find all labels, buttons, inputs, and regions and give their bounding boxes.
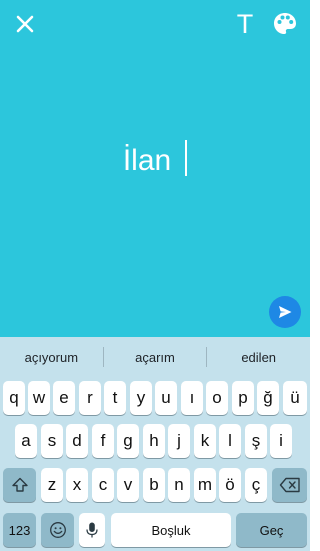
key-u[interactable]: u <box>155 381 177 415</box>
key-a[interactable]: a <box>15 424 37 458</box>
return-key[interactable]: Geç <box>236 513 307 547</box>
key-row-4: 123 Boşluk Geç <box>0 513 310 547</box>
key-t[interactable]: t <box>104 381 126 415</box>
suggestion-1[interactable]: açıyorum <box>0 350 103 365</box>
key-m[interactable]: m <box>194 468 216 502</box>
shift-icon <box>11 477 28 492</box>
close-button[interactable] <box>12 10 38 38</box>
key-q[interactable]: q <box>3 381 25 415</box>
text-cursor <box>185 140 188 176</box>
key-n[interactable]: n <box>168 468 190 502</box>
key-f[interactable]: f <box>92 424 114 458</box>
numbers-key[interactable]: 123 <box>3 513 36 547</box>
key-x[interactable]: x <box>66 468 88 502</box>
key-j[interactable]: j <box>168 424 190 458</box>
key-c-cedilla[interactable]: ç <box>245 468 267 502</box>
key-r[interactable]: r <box>79 381 101 415</box>
key-c[interactable]: c <box>92 468 114 502</box>
story-canvas[interactable]: T İlan <box>0 0 310 337</box>
key-u-umlaut[interactable]: ü <box>283 381 307 415</box>
color-palette-icon <box>274 13 296 34</box>
key-b[interactable]: b <box>143 468 165 502</box>
backspace-icon <box>279 477 300 493</box>
dictation-key[interactable] <box>79 513 105 547</box>
key-row-1: q w e r t y u ı o p ğ ü <box>0 381 310 415</box>
text-style-button[interactable]: T <box>232 10 258 38</box>
key-s[interactable]: s <box>41 424 63 458</box>
suggestion-2[interactable]: açarım <box>104 350 207 365</box>
emoji-key[interactable] <box>41 513 74 547</box>
key-dotless-i[interactable]: ı <box>181 381 203 415</box>
key-o-umlaut[interactable]: ö <box>219 468 241 502</box>
send-button[interactable] <box>269 296 301 328</box>
suggestion-3[interactable]: edilen <box>207 350 310 365</box>
key-y[interactable]: y <box>130 381 152 415</box>
key-p[interactable]: p <box>232 381 254 415</box>
keyboard: açıyorum açarım edilen q w e r t y u ı o… <box>0 337 310 551</box>
key-row-3: z x c v b n m ö ç <box>0 468 310 502</box>
key-d[interactable]: d <box>66 424 88 458</box>
key-v[interactable]: v <box>117 468 139 502</box>
suggestion-bar: açıyorum açarım edilen <box>0 337 310 377</box>
key-e[interactable]: e <box>53 381 75 415</box>
key-s-cedilla[interactable]: ş <box>245 424 267 458</box>
color-palette-button[interactable] <box>270 10 300 38</box>
key-k[interactable]: k <box>194 424 216 458</box>
emoji-icon <box>49 522 66 538</box>
send-icon <box>279 306 292 318</box>
story-text-input[interactable]: İlan <box>0 140 310 182</box>
key-w[interactable]: w <box>28 381 50 415</box>
microphone-icon <box>86 522 98 538</box>
key-g[interactable]: g <box>117 424 139 458</box>
story-text: İlan <box>122 144 172 177</box>
backspace-key[interactable] <box>272 468 307 502</box>
key-h[interactable]: h <box>143 424 165 458</box>
close-icon <box>16 15 34 33</box>
space-key[interactable]: Boşluk <box>111 513 231 547</box>
text-style-icon: T <box>236 9 254 39</box>
key-g-breve[interactable]: ğ <box>257 381 279 415</box>
key-z[interactable]: z <box>41 468 63 502</box>
key-dotted-i[interactable]: i <box>270 424 292 458</box>
key-l[interactable]: l <box>219 424 241 458</box>
key-o[interactable]: o <box>206 381 228 415</box>
key-row-2: a s d f g h j k l ş i <box>0 424 310 458</box>
shift-key[interactable] <box>3 468 36 502</box>
